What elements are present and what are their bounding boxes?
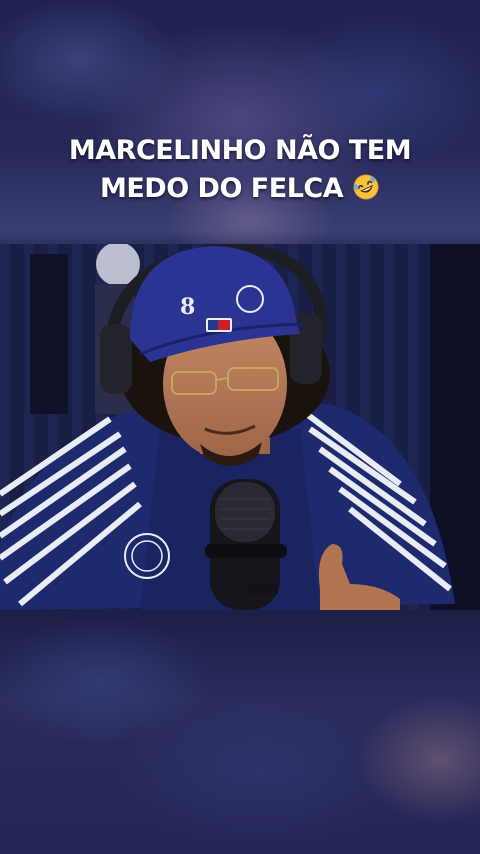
- video-still-image: 8: [0, 244, 480, 610]
- video-caption: MARCELINHO NÃO TEM MEDO DO FELCA: [40, 132, 440, 208]
- caption-line-2-text: MEDO DO FELCA: [99, 173, 344, 204]
- caption-line-1: MARCELINHO NÃO TEM: [68, 135, 412, 166]
- video-screen[interactable]: MARCELINHO NÃO TEM MEDO DO FELCA 8: [0, 0, 480, 854]
- rolling-on-floor-laughing-emoji-icon: [352, 173, 380, 201]
- caption-line-2: MEDO DO FELCA: [40, 170, 440, 208]
- video-player-frame[interactable]: 8: [0, 244, 480, 610]
- blurred-background-bottom: [0, 610, 480, 854]
- svg-text:8: 8: [180, 294, 195, 320]
